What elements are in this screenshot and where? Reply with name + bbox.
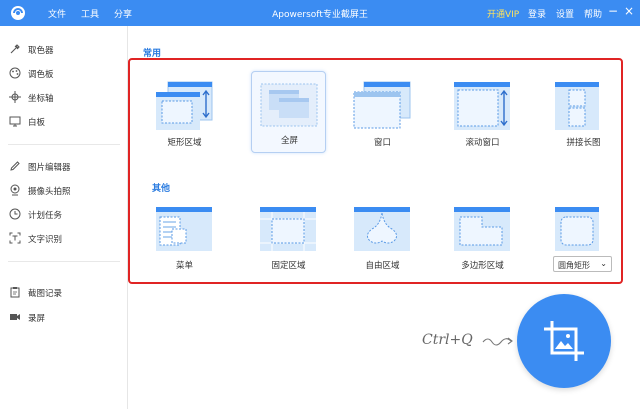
menu-share[interactable]: 分享 xyxy=(114,7,132,20)
minimize-button[interactable]: − xyxy=(608,4,618,18)
mode-label: 多边形区域 xyxy=(461,261,504,271)
clipboard-icon xyxy=(10,287,20,298)
sidebar-item-label: 坐标轴 xyxy=(28,94,54,104)
sidebar-item-label: 调色板 xyxy=(28,70,54,80)
mode-label: 滚动窗口 xyxy=(465,138,500,148)
mode-label: 拼接长图 xyxy=(566,138,601,148)
polygon-region-icon xyxy=(454,207,510,251)
menu-capture-icon xyxy=(156,207,212,251)
sidebar-item-label: 取色器 xyxy=(28,46,54,56)
sidebar-item-label: 摄像头拍照 xyxy=(28,187,71,197)
sidebar-item-whiteboard[interactable]: 白板 xyxy=(0,112,128,132)
mode-polygon[interactable]: 多边形区域 xyxy=(445,205,520,275)
window-icon xyxy=(353,81,411,129)
menu-tools[interactable]: 工具 xyxy=(81,7,99,20)
video-camera-icon xyxy=(10,314,20,320)
sidebar-item-label: 图片编辑器 xyxy=(28,163,71,173)
sidebar-item-image-editor[interactable]: 图片编辑器 xyxy=(0,157,128,177)
crop-image-icon xyxy=(544,321,584,361)
sidebar-divider xyxy=(8,144,120,145)
pencil-icon xyxy=(10,161,20,171)
rectangle-region-icon xyxy=(156,81,213,130)
shape-select-value: 圆角矩形 xyxy=(558,261,590,270)
sidebar-divider xyxy=(8,261,120,262)
sidebar-item-label: 白板 xyxy=(28,118,46,128)
mode-label: 矩形区域 xyxy=(167,138,202,148)
mode-label: 全屏 xyxy=(280,136,298,146)
fullscreen-icon xyxy=(260,83,318,127)
menu-file[interactable]: 文件 xyxy=(48,7,66,20)
sidebar-item-label: 文字识别 xyxy=(28,235,63,245)
mode-label: 菜单 xyxy=(175,261,193,271)
rounded-rectangle-icon xyxy=(555,207,599,251)
mode-stitch-long[interactable]: 拼接长图 xyxy=(546,74,621,156)
chevron-down-icon: ⌄ xyxy=(600,259,607,268)
sidebar-item-color-picker[interactable]: 取色器 xyxy=(0,40,128,60)
mode-scroll-window[interactable]: 滚动窗口 xyxy=(445,74,520,156)
mode-fixed-region[interactable]: 固定区域 xyxy=(251,205,326,275)
crosshair-icon xyxy=(9,91,21,103)
mode-fullscreen[interactable]: 全屏 xyxy=(251,71,326,153)
app-logo-icon xyxy=(11,6,25,20)
sidebar-item-history[interactable]: 截图记录 xyxy=(0,283,128,303)
mode-label: 自由区域 xyxy=(365,261,400,271)
mode-menu[interactable]: 菜单 xyxy=(147,205,222,275)
mode-freehand[interactable]: 自由区域 xyxy=(345,205,420,275)
sidebar-item-label: 截图记录 xyxy=(28,289,63,299)
mode-rectangle[interactable]: 矩形区域 xyxy=(147,74,222,156)
sidebar-item-ocr[interactable]: 文字识别 xyxy=(0,229,128,249)
stitch-long-image-icon xyxy=(555,82,599,130)
sidebar-item-schedule[interactable]: 计划任务 xyxy=(0,205,128,225)
whiteboard-icon xyxy=(9,116,21,127)
clock-icon xyxy=(9,208,21,220)
hotkey-hint: Ctrl+Q xyxy=(422,332,473,348)
webcam-icon xyxy=(10,184,20,196)
help-link[interactable]: 帮助 xyxy=(584,7,602,20)
palette-icon xyxy=(9,67,21,79)
close-button[interactable]: × xyxy=(624,4,634,18)
sidebar-item-palette[interactable]: 调色板 xyxy=(0,64,128,84)
fixed-region-icon xyxy=(260,207,316,251)
settings-link[interactable]: 设置 xyxy=(556,7,574,20)
scroll-window-icon xyxy=(454,82,510,130)
sidebar-item-label: 录屏 xyxy=(28,314,46,324)
mode-label: 窗口 xyxy=(373,138,391,148)
mode-window[interactable]: 窗口 xyxy=(345,74,420,156)
squiggle-arrow-icon xyxy=(482,337,513,346)
vip-link[interactable]: 开通VIP xyxy=(487,7,519,20)
sidebar: 取色器 调色板 坐标轴 白板 图片编辑器 摄像头拍照 计划任务 文字识别 截图记… xyxy=(0,26,128,409)
freehand-region-icon xyxy=(354,207,410,251)
mode-label: 固定区域 xyxy=(271,261,306,271)
sidebar-item-axis[interactable]: 坐标轴 xyxy=(0,88,128,108)
sidebar-item-label: 计划任务 xyxy=(28,211,63,221)
capture-button[interactable] xyxy=(517,294,611,388)
ocr-icon xyxy=(9,232,21,244)
sidebar-item-record[interactable]: 录屏 xyxy=(0,308,128,328)
login-link[interactable]: 登录 xyxy=(528,7,546,20)
sidebar-item-webcam[interactable]: 摄像头拍照 xyxy=(0,181,128,201)
shape-select[interactable]: 圆角矩形 ⌄ xyxy=(553,256,612,272)
title-bar: 文件 工具 分享 Apowersoft专业截屏王 开通VIP 登录 设置 帮助 … xyxy=(0,0,640,26)
eyedropper-icon xyxy=(10,44,20,54)
